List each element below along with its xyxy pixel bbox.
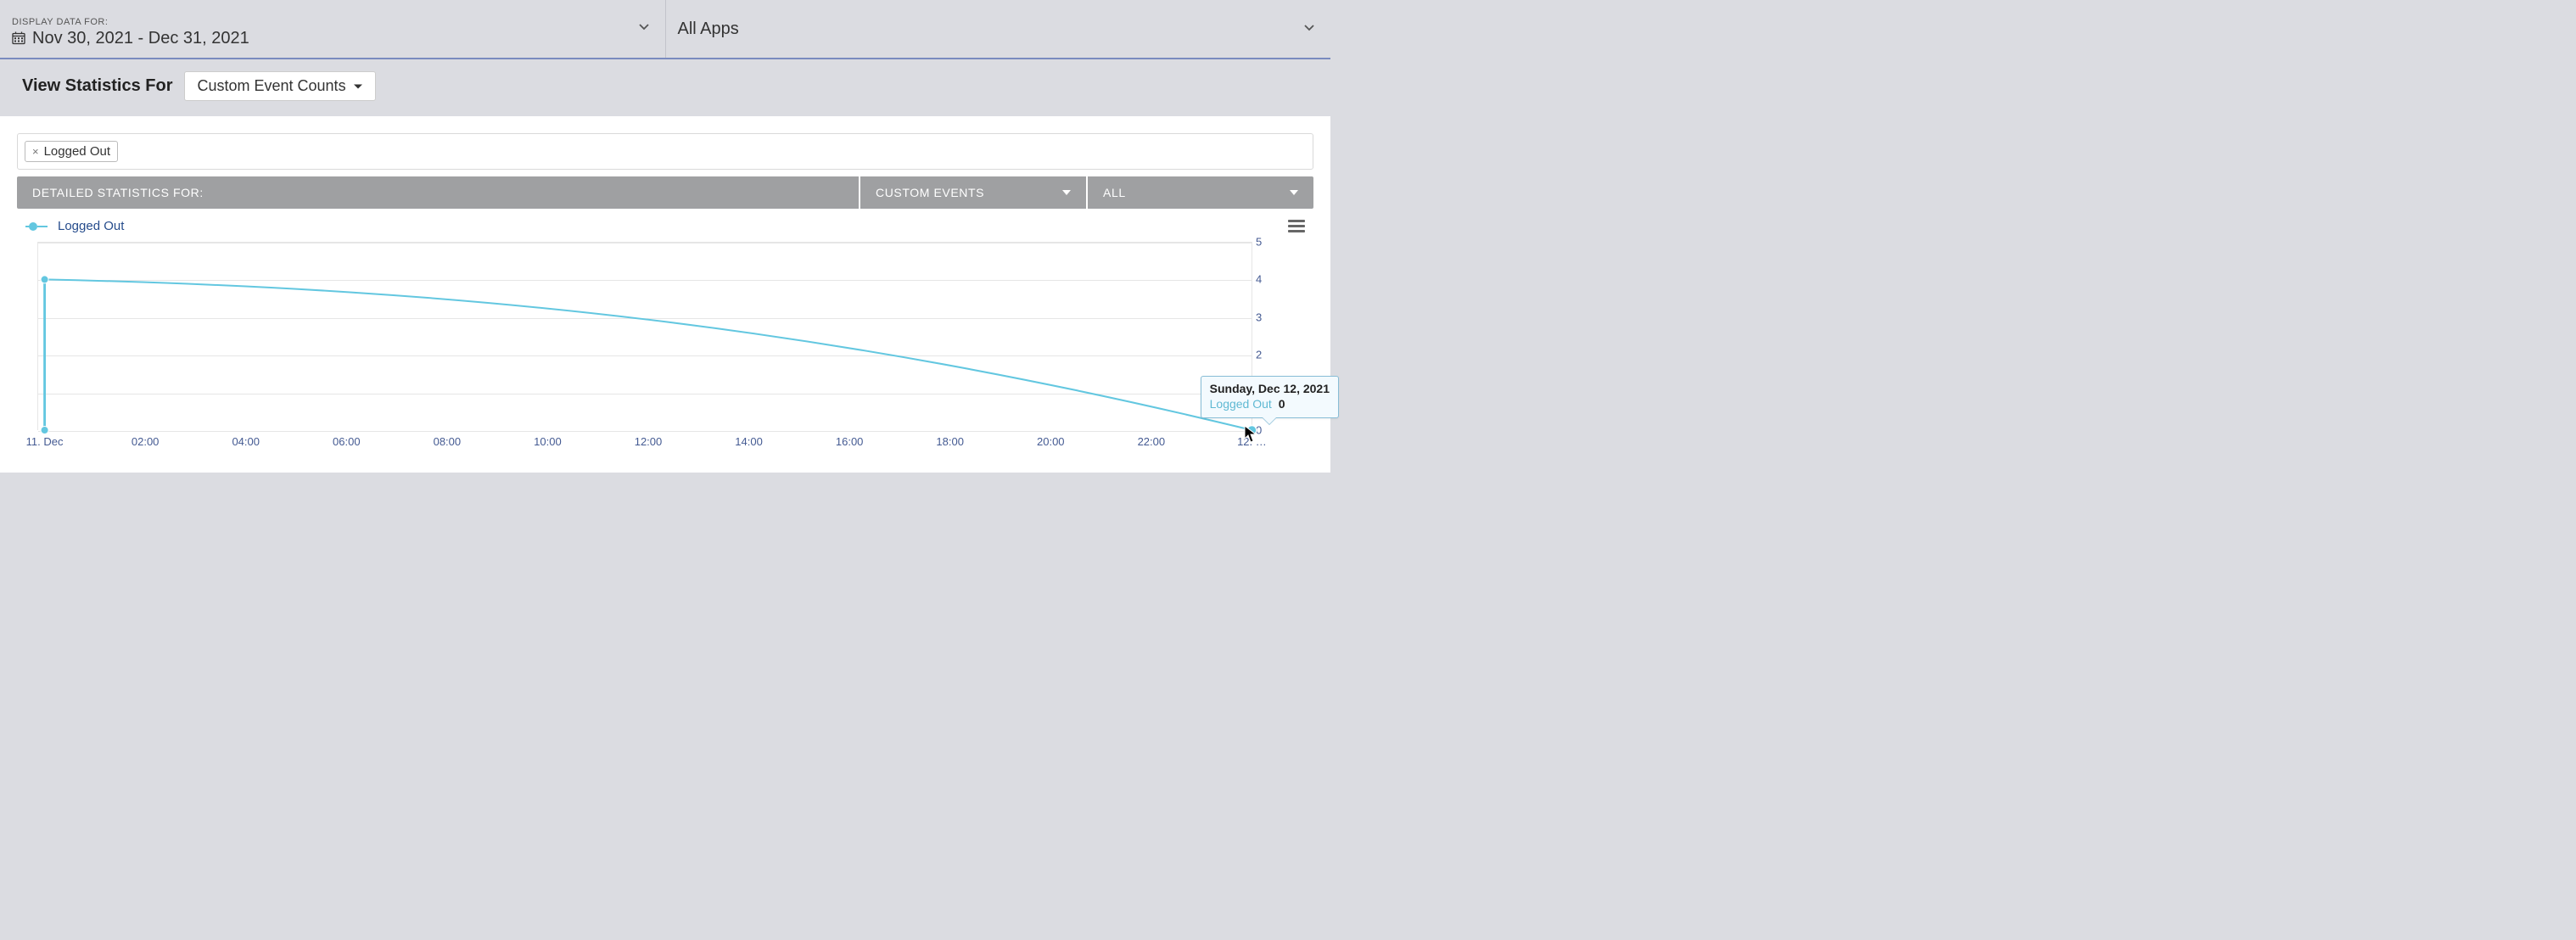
all-text: ALL	[1103, 186, 1126, 199]
x-tick: 14:00	[735, 435, 763, 448]
view-stats-bar: View Statistics For Custom Event Counts	[0, 59, 1330, 116]
tooltip-series: Logged Out	[1210, 397, 1272, 411]
date-range-selector[interactable]: DISPLAY DATA FOR: Nov 30, 2021 - Dec 31,…	[0, 0, 666, 58]
chart-menu-icon[interactable]	[1288, 217, 1305, 235]
legend-text: Logged Out	[58, 219, 124, 233]
header-bar: DISPLAY DATA FOR: Nov 30, 2021 - Dec 31,…	[0, 0, 1330, 59]
app-selector-text: All Apps	[678, 20, 739, 39]
cursor-icon	[1244, 425, 1257, 444]
chip-label: Logged Out	[44, 144, 110, 159]
legend-dot-icon	[29, 222, 37, 231]
tooltip-value: 0	[1279, 397, 1285, 411]
chart-container: 5 4 3 2 1 0 11. Dec 02:00 04:00 06:00 08…	[25, 242, 1305, 456]
legend-line-icon	[37, 226, 48, 227]
caret-down-icon	[1062, 190, 1071, 195]
app-selector[interactable]: All Apps	[666, 0, 1331, 58]
date-range-text: Nov 30, 2021 - Dec 31, 2021	[32, 29, 249, 48]
caret-down-icon	[353, 81, 363, 92]
chip-remove-icon[interactable]: ×	[32, 145, 39, 158]
detailed-stats-bar: DETAILED STATISTICS FOR: CUSTOM EVENTS A…	[17, 176, 1313, 209]
custom-events-text: CUSTOM EVENTS	[876, 186, 984, 199]
detailed-stats-label: DETAILED STATISTICS FOR:	[17, 176, 859, 209]
all-dropdown[interactable]: ALL	[1086, 176, 1313, 209]
x-tick: 10:00	[534, 435, 562, 448]
chart-svg	[37, 242, 1252, 430]
stats-type-dropdown[interactable]: Custom Event Counts	[184, 71, 375, 101]
chevron-down-icon	[638, 21, 650, 37]
x-tick: 11. Dec	[26, 435, 64, 448]
event-filter-input[interactable]: × Logged Out	[17, 133, 1313, 170]
x-tick: 22:00	[1138, 435, 1166, 448]
view-stats-label: View Statistics For	[22, 76, 172, 96]
y-tick: 2	[1256, 349, 1273, 361]
x-tick: 12:00	[635, 435, 663, 448]
stats-type-text: Custom Event Counts	[197, 77, 345, 95]
tooltip-title: Sunday, Dec 12, 2021	[1210, 382, 1330, 395]
chart-tooltip: Sunday, Dec 12, 2021 Logged Out 0	[1201, 376, 1339, 418]
legend-item[interactable]: Logged Out	[25, 219, 124, 233]
x-tick: 02:00	[132, 435, 160, 448]
x-tick: 18:00	[936, 435, 964, 448]
content-panel: × Logged Out DETAILED STATISTICS FOR: CU…	[0, 116, 1330, 473]
x-tick: 04:00	[232, 435, 260, 448]
x-tick: 16:00	[836, 435, 864, 448]
caret-down-icon	[1290, 190, 1298, 195]
x-tick: 06:00	[333, 435, 361, 448]
custom-events-dropdown[interactable]: CUSTOM EVENTS	[859, 176, 1086, 209]
y-tick: 4	[1256, 273, 1273, 286]
chart-legend-row: Logged Out	[17, 209, 1313, 238]
y-tick: 5	[1256, 236, 1273, 249]
display-data-label: DISPLAY DATA FOR:	[12, 17, 653, 27]
x-axis: 11. Dec 02:00 04:00 06:00 08:00 10:00 12…	[37, 435, 1252, 452]
filter-chip[interactable]: × Logged Out	[25, 141, 118, 162]
calendar-icon	[12, 31, 25, 45]
x-tick: 20:00	[1037, 435, 1065, 448]
y-tick: 3	[1256, 311, 1273, 323]
chevron-down-icon	[1303, 20, 1315, 39]
x-tick: 08:00	[434, 435, 462, 448]
